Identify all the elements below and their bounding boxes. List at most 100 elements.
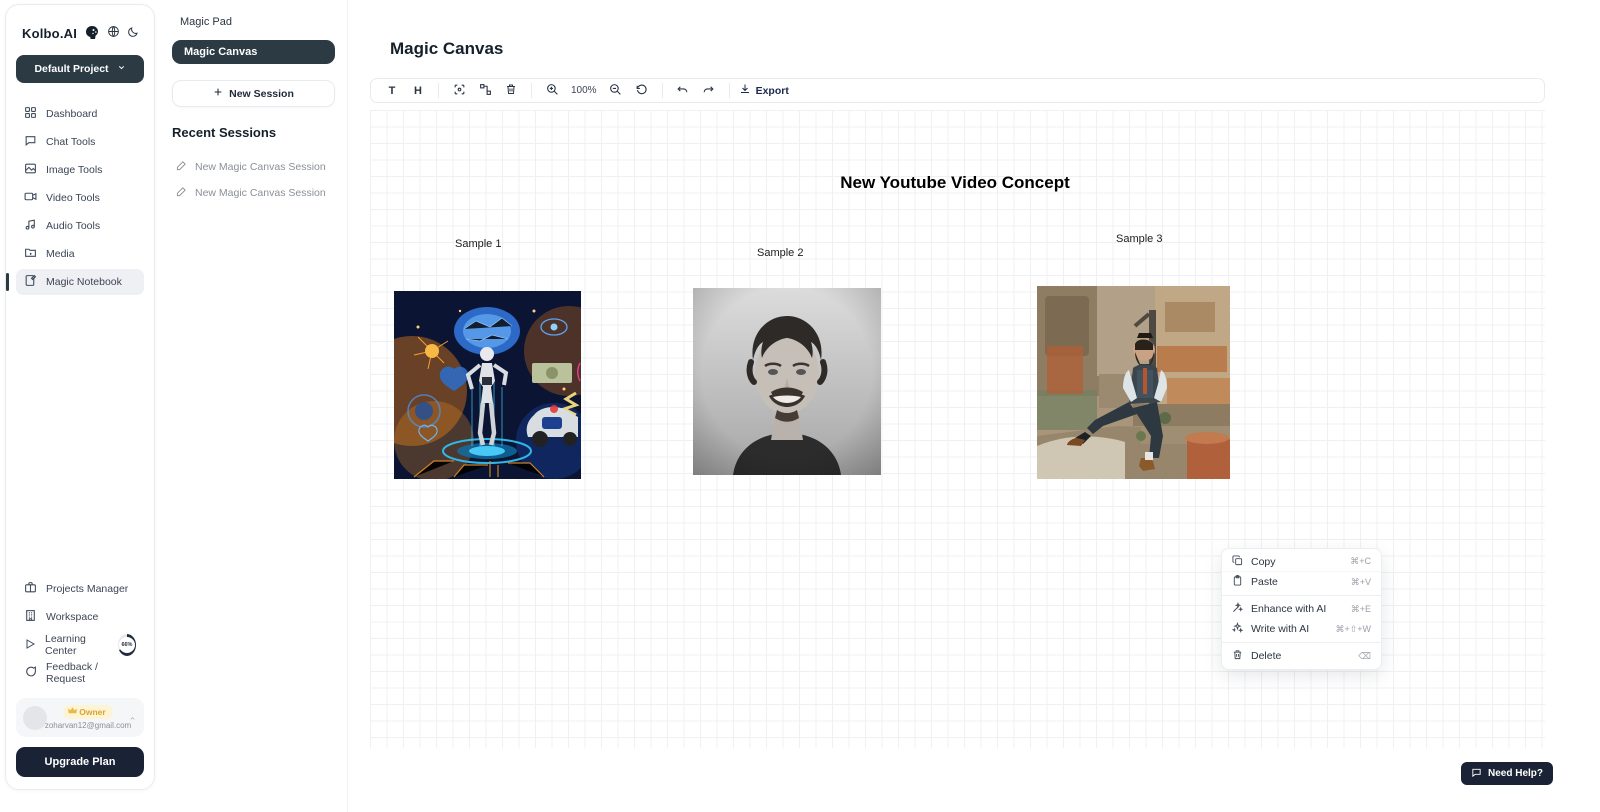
crown-icon: [68, 707, 77, 717]
logo-row: Kolbo.AI: [16, 19, 144, 55]
zoom-in-button[interactable]: [541, 81, 563, 100]
sidebar-item-dashboard[interactable]: Dashboard: [16, 101, 144, 127]
canvas-grid[interactable]: New Youtube Video Concept Sample 1 Sampl…: [370, 110, 1545, 748]
context-menu-label: Delete: [1251, 650, 1281, 662]
redo-button[interactable]: [698, 81, 720, 100]
sidebar-item-magic-notebook[interactable]: Magic Notebook: [16, 269, 144, 295]
sample-1-image[interactable]: [394, 291, 581, 479]
zoom-in-icon: [546, 83, 559, 99]
trash-icon: [1232, 649, 1243, 663]
notebook-icon: [24, 274, 37, 290]
export-button[interactable]: Export: [739, 83, 789, 98]
delete-tool-button[interactable]: [500, 81, 522, 100]
scan-select-icon: [453, 83, 466, 99]
learning-progress-value: 66%: [119, 637, 135, 653]
toolbar-divider: [438, 83, 439, 98]
project-selector[interactable]: Default Project: [16, 55, 144, 83]
download-icon: [739, 83, 751, 98]
language-globe-button[interactable]: [107, 25, 120, 41]
owner-badge: Owner: [63, 705, 112, 719]
main-area: Magic Canvas T H 100%: [348, 0, 1600, 812]
plus-icon: [213, 87, 223, 100]
page-title: Magic Canvas: [390, 39, 503, 59]
sidebar-item-label: Video Tools: [46, 192, 100, 204]
sidebar-item-label: Audio Tools: [46, 220, 100, 232]
shortcut-label: ⌘+E: [1351, 604, 1371, 615]
context-menu-item-delete[interactable]: Delete ⌫: [1222, 646, 1381, 666]
sample-2-image[interactable]: [693, 288, 881, 475]
connector-tool-button[interactable]: [474, 81, 496, 100]
building-icon: [24, 609, 37, 625]
sidebar-item-label: Magic Notebook: [46, 276, 122, 288]
new-session-button[interactable]: New Session: [172, 80, 335, 107]
session-list-item[interactable]: New Magic Canvas Session: [172, 154, 330, 180]
sample-1-label[interactable]: Sample 1: [455, 238, 501, 250]
sidebar-item-learning-center[interactable]: Learning Center 66%: [16, 632, 144, 658]
export-label: Export: [756, 85, 789, 97]
sidebar-item-projects-manager[interactable]: Projects Manager: [16, 576, 144, 602]
canvas-heading[interactable]: New Youtube Video Concept: [690, 173, 1220, 193]
undo-button[interactable]: [672, 81, 694, 100]
shortcut-label: ⌘+V: [1351, 577, 1371, 588]
sidebar-item-image-tools[interactable]: Image Tools: [16, 157, 144, 183]
toolbar-divider: [729, 83, 730, 98]
recent-sessions-heading: Recent Sessions: [172, 125, 335, 140]
session-list-item[interactable]: New Magic Canvas Session: [172, 180, 330, 206]
redo-icon: [702, 83, 715, 99]
sidebar-footer-nav: Projects Manager Workspace Learning Cent…: [16, 576, 144, 686]
heading-tool-button[interactable]: H: [407, 81, 429, 100]
paste-icon: [1232, 575, 1243, 589]
sidebar: Kolbo.AI Default Project Dashboard Chat …: [5, 4, 155, 790]
select-tool-button[interactable]: [448, 81, 470, 100]
media-folder-icon: [24, 246, 37, 262]
briefcase-icon: [24, 581, 37, 597]
sample-3-label[interactable]: Sample 3: [1116, 233, 1162, 245]
copy-icon: [1232, 555, 1243, 569]
text-tool-button[interactable]: T: [381, 81, 403, 100]
sample-2-label[interactable]: Sample 2: [757, 247, 803, 259]
video-icon: [24, 190, 37, 206]
project-selector-label: Default Project: [34, 63, 108, 75]
feedback-icon: [24, 665, 37, 681]
sidebar-item-label: Projects Manager: [46, 583, 128, 595]
play-icon: [24, 638, 36, 653]
user-meta: Owner zoharvan12@gmail.com: [54, 705, 122, 730]
context-menu: Copy ⌘+C Paste ⌘+V Enhance with AI ⌘+E W…: [1221, 548, 1382, 670]
sidebar-item-feedback[interactable]: Feedback / Request: [16, 660, 144, 686]
sidebar-item-audio-tools[interactable]: Audio Tools: [16, 213, 144, 239]
new-session-label: New Session: [229, 88, 294, 100]
context-menu-item-copy[interactable]: Copy ⌘+C: [1222, 552, 1381, 572]
sidebar-item-label: Image Tools: [46, 164, 102, 176]
audio-icon: [24, 218, 37, 234]
need-help-button[interactable]: Need Help?: [1461, 762, 1553, 785]
reset-view-button[interactable]: [631, 81, 653, 100]
sidebar-item-label: Chat Tools: [46, 136, 95, 148]
session-item-label: New Magic Canvas Session: [195, 161, 326, 173]
context-menu-label: Copy: [1251, 556, 1276, 568]
zoom-out-button[interactable]: [605, 81, 627, 100]
context-menu-item-paste[interactable]: Paste ⌘+V: [1222, 572, 1381, 592]
sidebar-item-media[interactable]: Media: [16, 241, 144, 267]
toolbar-divider: [662, 83, 663, 98]
trash-icon: [505, 83, 517, 98]
context-menu-label: Paste: [1251, 576, 1278, 588]
shortcut-label: ⌫: [1358, 651, 1371, 662]
zoom-level-value: 100%: [567, 85, 601, 96]
undo-icon: [676, 83, 689, 99]
owner-badge-label: Owner: [79, 707, 105, 717]
upgrade-plan-button[interactable]: Upgrade Plan: [16, 747, 144, 777]
dark-mode-button[interactable]: [127, 26, 139, 41]
sidebar-item-label: Media: [46, 248, 75, 260]
user-card[interactable]: Owner zoharvan12@gmail.com: [16, 698, 144, 737]
sample-3-image[interactable]: [1037, 286, 1230, 479]
moon-icon: [127, 26, 139, 41]
sidebar-item-video-tools[interactable]: Video Tools: [16, 185, 144, 211]
context-menu-item-enhance-with-ai[interactable]: Enhance with AI ⌘+E: [1222, 599, 1381, 619]
sidebar-item-label: Dashboard: [46, 108, 97, 120]
toolbar-divider: [531, 83, 532, 98]
sidebar-item-chat-tools[interactable]: Chat Tools: [16, 129, 144, 155]
sidebar-item-workspace[interactable]: Workspace: [16, 604, 144, 630]
tab-magic-pad[interactable]: Magic Pad: [172, 14, 240, 40]
tab-magic-canvas[interactable]: Magic Canvas: [172, 40, 335, 64]
context-menu-item-write-with-ai[interactable]: Write with AI ⌘+⇧+W: [1222, 619, 1381, 639]
